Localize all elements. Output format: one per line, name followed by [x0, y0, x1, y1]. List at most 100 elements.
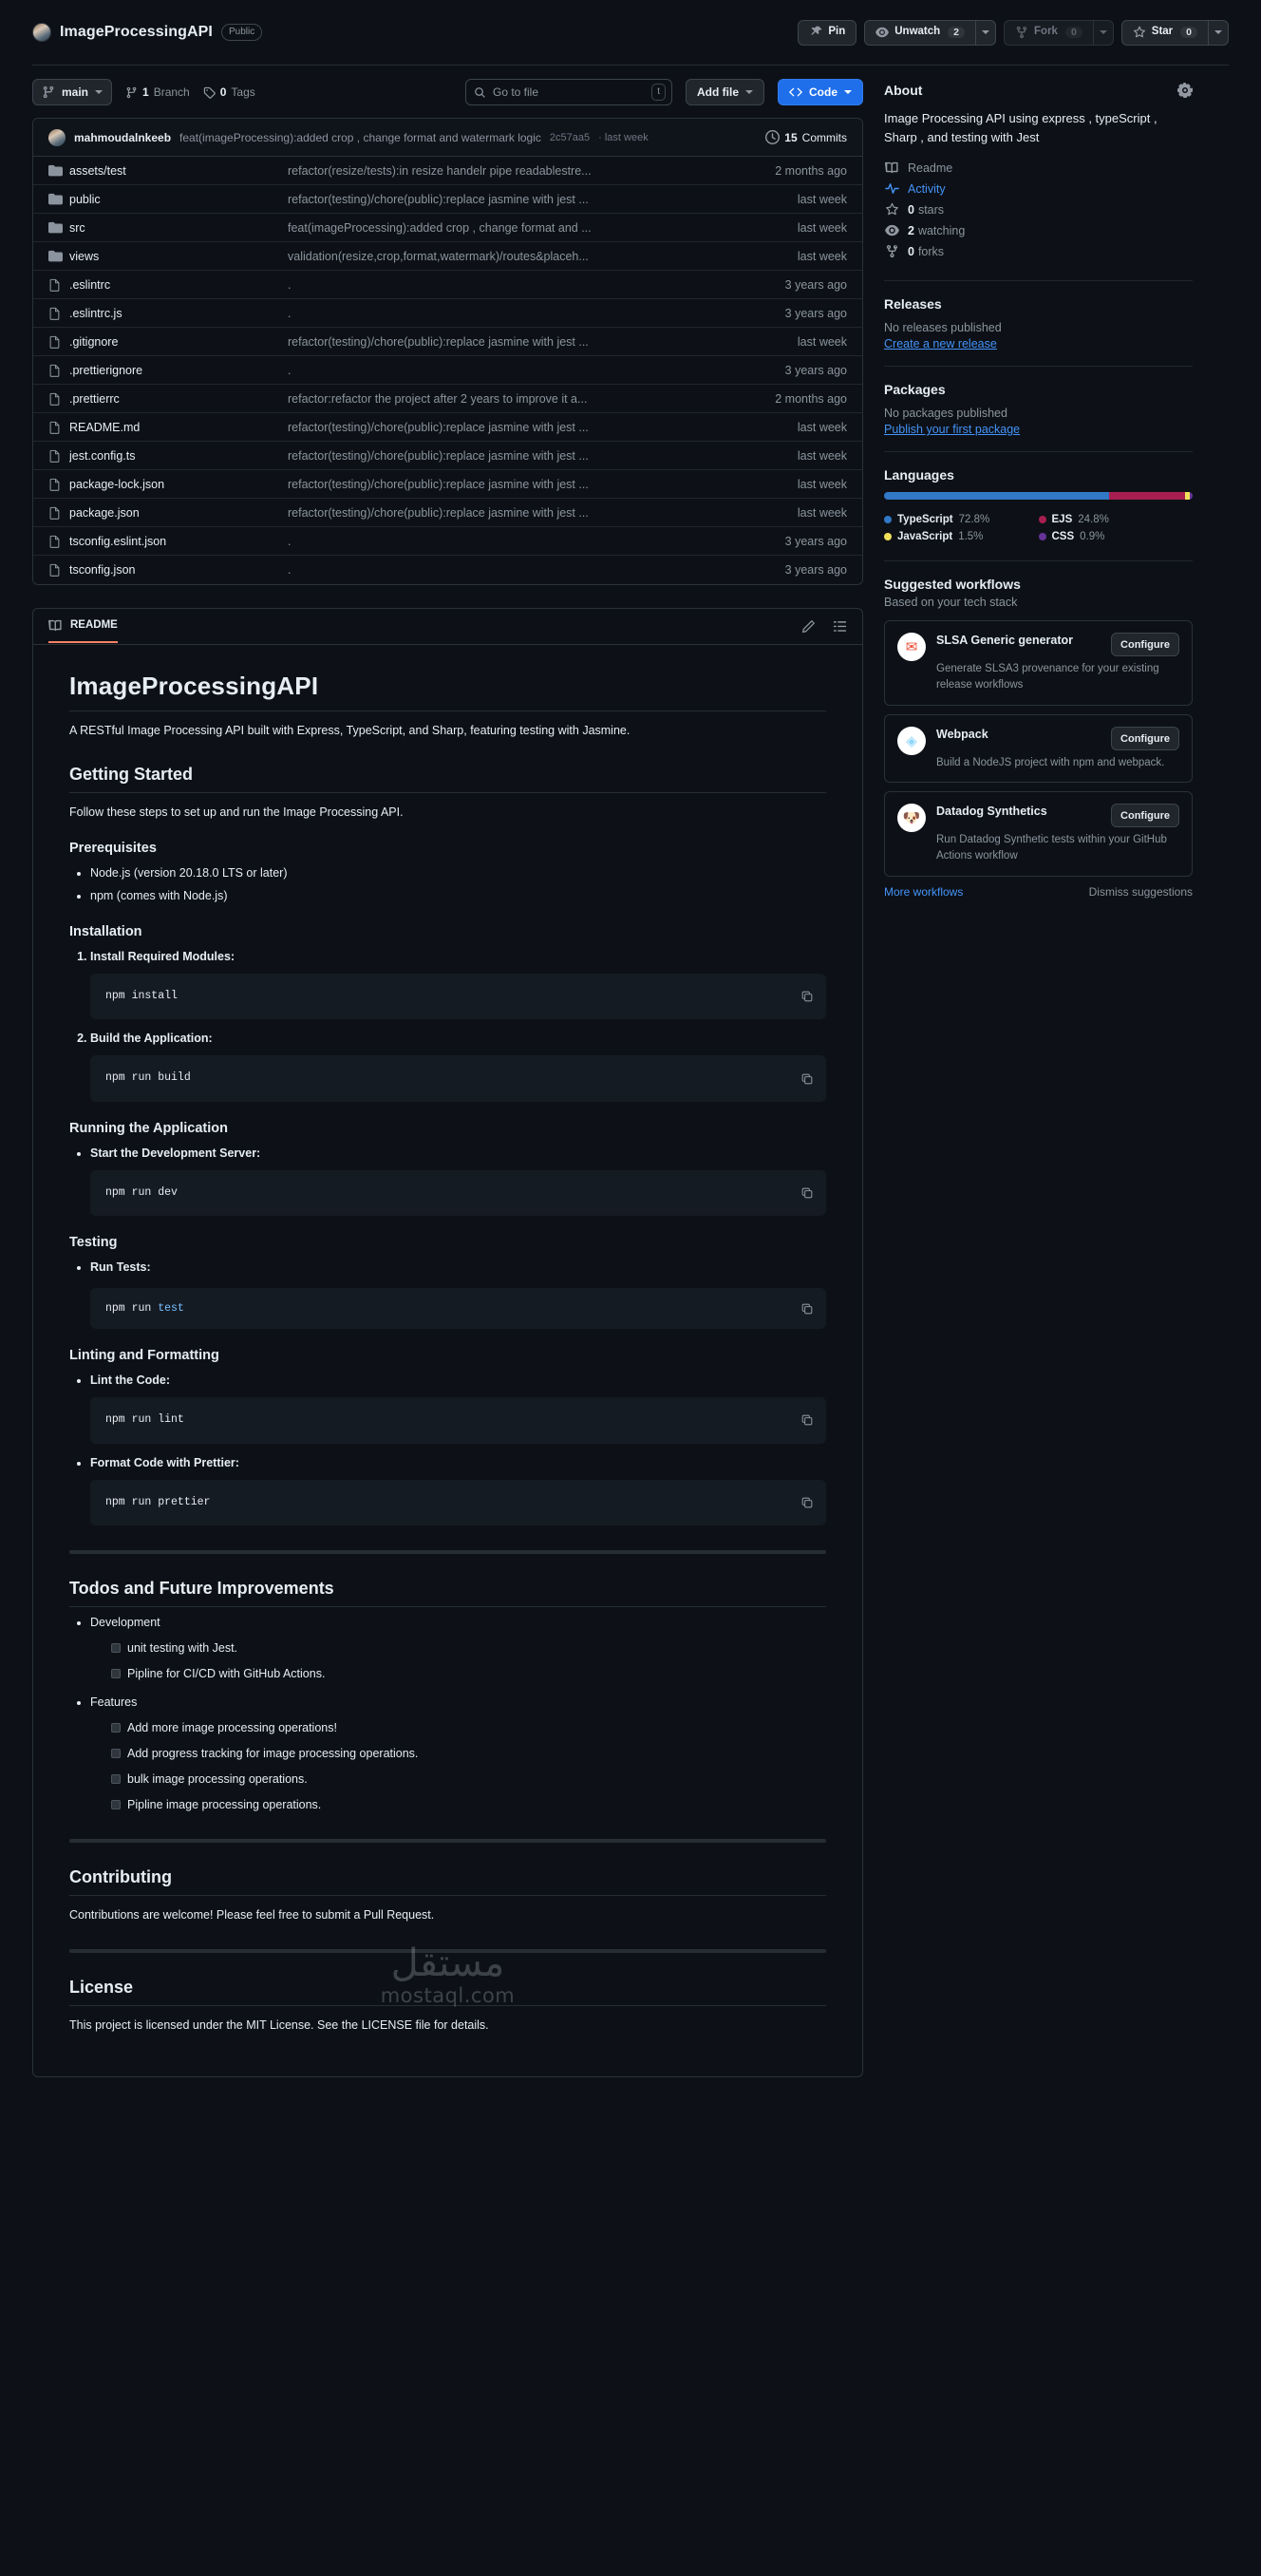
sidebar-item-stars[interactable]: 0 stars [884, 202, 1193, 217]
sidebar-item-forks[interactable]: 0 forks [884, 244, 1193, 258]
checkbox-icon[interactable] [111, 1722, 121, 1733]
workflow-title[interactable]: Datadog Synthetics [936, 804, 1047, 820]
file-commit-message[interactable]: . [288, 278, 756, 292]
copy-icon[interactable] [800, 1302, 814, 1316]
unwatch-button[interactable]: Unwatch 2 [864, 19, 976, 46]
configure-button[interactable]: Configure [1111, 726, 1179, 750]
file-commit-message[interactable]: . [288, 563, 756, 577]
file-name[interactable]: jest.config.ts [69, 449, 288, 463]
commit-sha[interactable]: 2c57aa5 [550, 132, 590, 143]
add-file-button[interactable]: Add file [686, 79, 764, 105]
pin-button[interactable]: Pin [798, 19, 857, 46]
copy-icon[interactable] [800, 990, 814, 1003]
file-name[interactable]: public [69, 193, 288, 206]
fork-dropdown-button[interactable] [1092, 19, 1114, 46]
file-name[interactable]: README.md [69, 421, 288, 434]
table-row[interactable]: .eslintrc . 3 years ago [33, 271, 862, 299]
checkbox-icon[interactable] [111, 1642, 121, 1653]
file-commit-message[interactable]: refactor(testing)/chore(public):replace … [288, 506, 756, 520]
code-button[interactable]: Code [778, 79, 863, 105]
sidebar-item-activity[interactable]: Activity [884, 181, 1193, 196]
file-commit-message[interactable]: . [288, 364, 756, 377]
checkbox-icon[interactable] [111, 1773, 121, 1784]
language-legend-item[interactable]: JavaScript 1.5% [884, 531, 1039, 542]
file-name[interactable]: package.json [69, 506, 288, 520]
file-name[interactable]: .eslintrc.js [69, 307, 288, 320]
go-to-file-input[interactable]: Go to file t [465, 79, 672, 105]
file-commit-message[interactable]: feat(imageProcessing):added crop , chang… [288, 221, 756, 235]
language-legend-item[interactable]: EJS 24.8% [1038, 514, 1194, 525]
more-workflows-link[interactable]: More workflows [884, 885, 963, 899]
file-commit-message[interactable]: refactor:refactor the project after 2 ye… [288, 392, 756, 406]
table-row[interactable]: src feat(imageProcessing):added crop , c… [33, 214, 862, 242]
file-commit-message[interactable]: refactor(testing)/chore(public):replace … [288, 193, 756, 206]
dismiss-suggestions-link[interactable]: Dismiss suggestions [1089, 885, 1193, 899]
branch-count-link[interactable]: 1 Branch [125, 85, 190, 99]
gear-icon[interactable] [1177, 83, 1193, 98]
file-commit-message[interactable]: refactor(resize/tests):in resize handelr… [288, 164, 756, 178]
file-commit-message[interactable]: refactor(testing)/chore(public):replace … [288, 421, 756, 434]
avatar[interactable] [48, 128, 66, 146]
repo-name[interactable]: ImageProcessingAPI [60, 24, 213, 41]
language-bar-segment[interactable] [884, 492, 1109, 501]
table-row[interactable]: views validation(resize,crop,format,wate… [33, 242, 862, 271]
create-release-link[interactable]: Create a new release [884, 337, 997, 350]
table-row[interactable]: public refactor(testing)/chore(public):r… [33, 185, 862, 214]
copy-icon[interactable] [800, 1496, 814, 1509]
configure-button[interactable]: Configure [1111, 804, 1179, 828]
workflow-title[interactable]: SLSA Generic generator [936, 633, 1073, 649]
sidebar-item-readme[interactable]: Readme [884, 161, 1193, 175]
checkbox-icon[interactable] [111, 1748, 121, 1758]
file-commit-message[interactable]: refactor(testing)/chore(public):replace … [288, 449, 756, 463]
star-button[interactable]: Star 0 [1120, 19, 1208, 46]
configure-button[interactable]: Configure [1111, 633, 1179, 657]
table-of-contents-icon[interactable] [833, 619, 847, 634]
publish-package-link[interactable]: Publish your first package [884, 423, 1020, 436]
table-row[interactable]: .prettierrc refactor:refactor the projec… [33, 385, 862, 413]
language-bar-segment[interactable] [1108, 492, 1186, 501]
copy-icon[interactable] [800, 1072, 814, 1086]
branch-selector-button[interactable]: main [32, 79, 113, 105]
tab-readme[interactable]: README [48, 618, 118, 643]
table-row[interactable]: jest.config.ts refactor(testing)/chore(p… [33, 442, 862, 470]
owner-avatar[interactable] [32, 23, 51, 42]
commit-message[interactable]: feat(imageProcessing):added crop , chang… [179, 131, 541, 144]
table-row[interactable]: tsconfig.json . 3 years ago [33, 556, 862, 584]
table-row[interactable]: package.json refactor(testing)/chore(pub… [33, 499, 862, 527]
file-name[interactable]: tsconfig.eslint.json [69, 535, 288, 548]
copy-icon[interactable] [800, 1186, 814, 1200]
sidebar-item-watching[interactable]: 2 watching [884, 223, 1193, 237]
file-name[interactable]: views [69, 250, 288, 263]
table-row[interactable]: .prettierignore . 3 years ago [33, 356, 862, 385]
file-name[interactable]: .prettierrc [69, 392, 288, 406]
file-commit-message[interactable]: refactor(testing)/chore(public):replace … [288, 335, 756, 349]
table-row[interactable]: README.md refactor(testing)/chore(public… [33, 413, 862, 442]
file-name[interactable]: .eslintrc [69, 278, 288, 292]
table-row[interactable]: .gitignore refactor(testing)/chore(publi… [33, 328, 862, 356]
file-name[interactable]: .prettierignore [69, 364, 288, 377]
language-bar-segment[interactable] [1190, 492, 1193, 501]
copy-icon[interactable] [800, 1413, 814, 1427]
watch-dropdown-button[interactable] [975, 19, 997, 46]
file-name[interactable]: .gitignore [69, 335, 288, 349]
file-name[interactable]: package-lock.json [69, 478, 288, 491]
commit-author[interactable]: mahmoudalnkeeb [74, 131, 171, 144]
file-name[interactable]: tsconfig.json [69, 563, 288, 577]
tag-count-link[interactable]: 0 Tags [203, 85, 255, 99]
file-commit-message[interactable]: . [288, 307, 756, 320]
star-dropdown-button[interactable] [1208, 19, 1229, 46]
table-row[interactable]: tsconfig.eslint.json . 3 years ago [33, 527, 862, 556]
checkbox-icon[interactable] [111, 1799, 121, 1809]
file-name[interactable]: src [69, 221, 288, 235]
file-commit-message[interactable]: validation(resize,crop,format,watermark)… [288, 250, 756, 263]
table-row[interactable]: assets/test refactor(resize/tests):in re… [33, 157, 862, 185]
file-commit-message[interactable]: . [288, 535, 756, 548]
language-legend-item[interactable]: CSS 0.9% [1038, 531, 1194, 542]
table-row[interactable]: .eslintrc.js . 3 years ago [33, 299, 862, 328]
commit-history-link[interactable]: 15 Commits [765, 130, 847, 144]
fork-button[interactable]: Fork 0 [1004, 19, 1093, 46]
table-row[interactable]: package-lock.json refactor(testing)/chor… [33, 470, 862, 499]
workflow-title[interactable]: Webpack [936, 727, 988, 743]
file-name[interactable]: assets/test [69, 164, 288, 178]
file-commit-message[interactable]: refactor(testing)/chore(public):replace … [288, 478, 756, 491]
